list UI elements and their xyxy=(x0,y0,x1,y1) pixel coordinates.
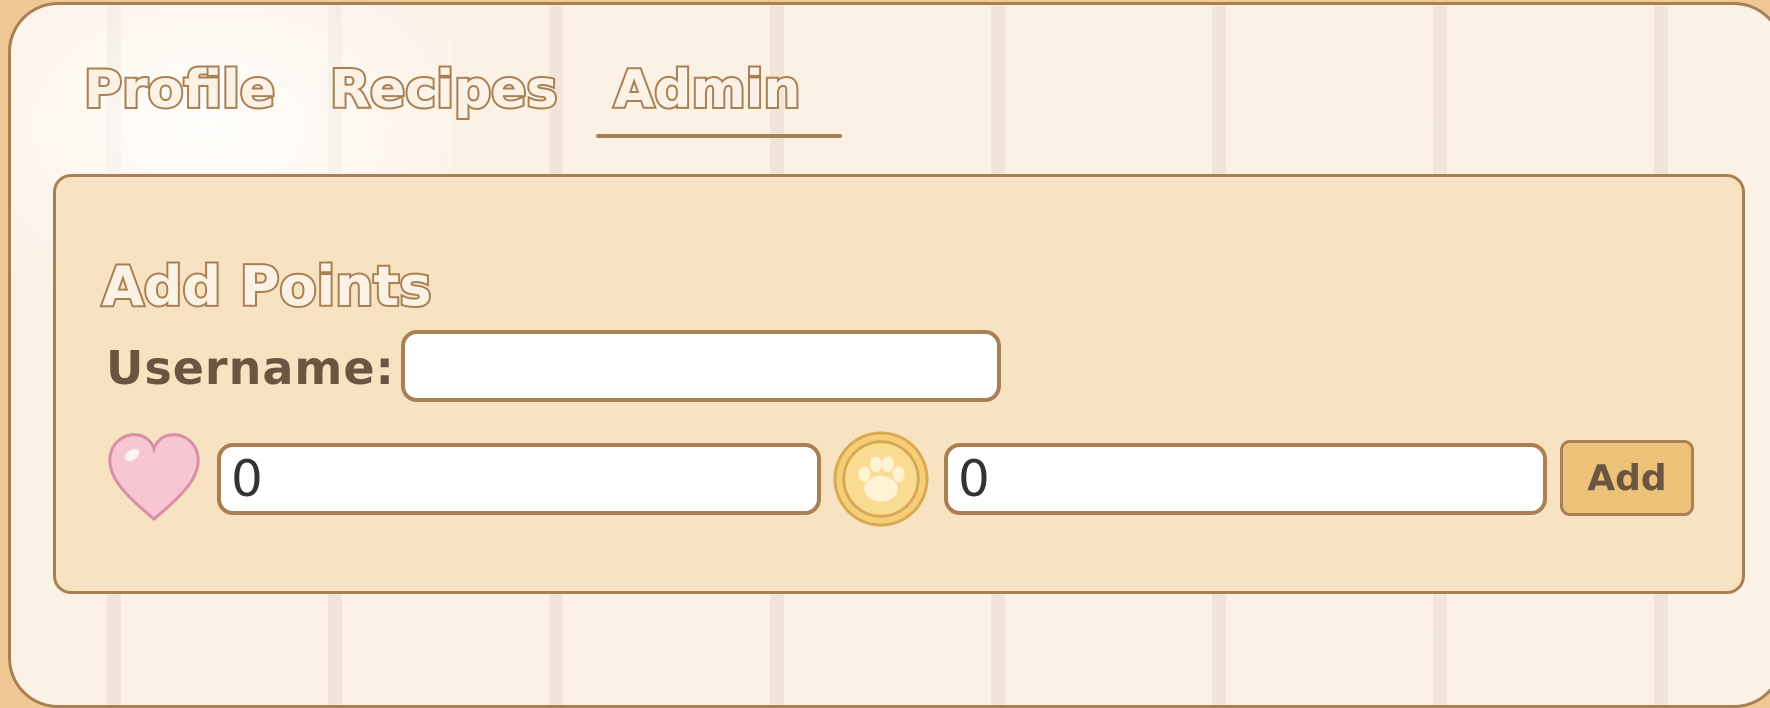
add-points-panel: Add Points Username: Add xyxy=(53,174,1745,594)
tab-admin[interactable]: Admin xyxy=(596,45,842,138)
add-button[interactable]: Add xyxy=(1560,440,1694,516)
username-input[interactable] xyxy=(401,330,1001,402)
heart-points-input[interactable] xyxy=(217,443,821,515)
heart-icon xyxy=(108,433,200,521)
tab-bar: Profile Recipes Admin xyxy=(66,45,842,138)
tab-profile[interactable]: Profile xyxy=(66,45,292,135)
app-window: Profile Recipes Admin Add Points Usernam… xyxy=(8,2,1770,708)
paw-coin-icon xyxy=(833,431,929,527)
section-title: Add Points xyxy=(100,253,433,320)
tab-admin-label: Admin xyxy=(612,58,802,122)
coin-points-input[interactable] xyxy=(944,443,1547,515)
tab-recipes[interactable]: Recipes xyxy=(312,45,568,135)
username-label: Username: xyxy=(106,341,395,395)
active-tab-underline xyxy=(596,134,842,138)
